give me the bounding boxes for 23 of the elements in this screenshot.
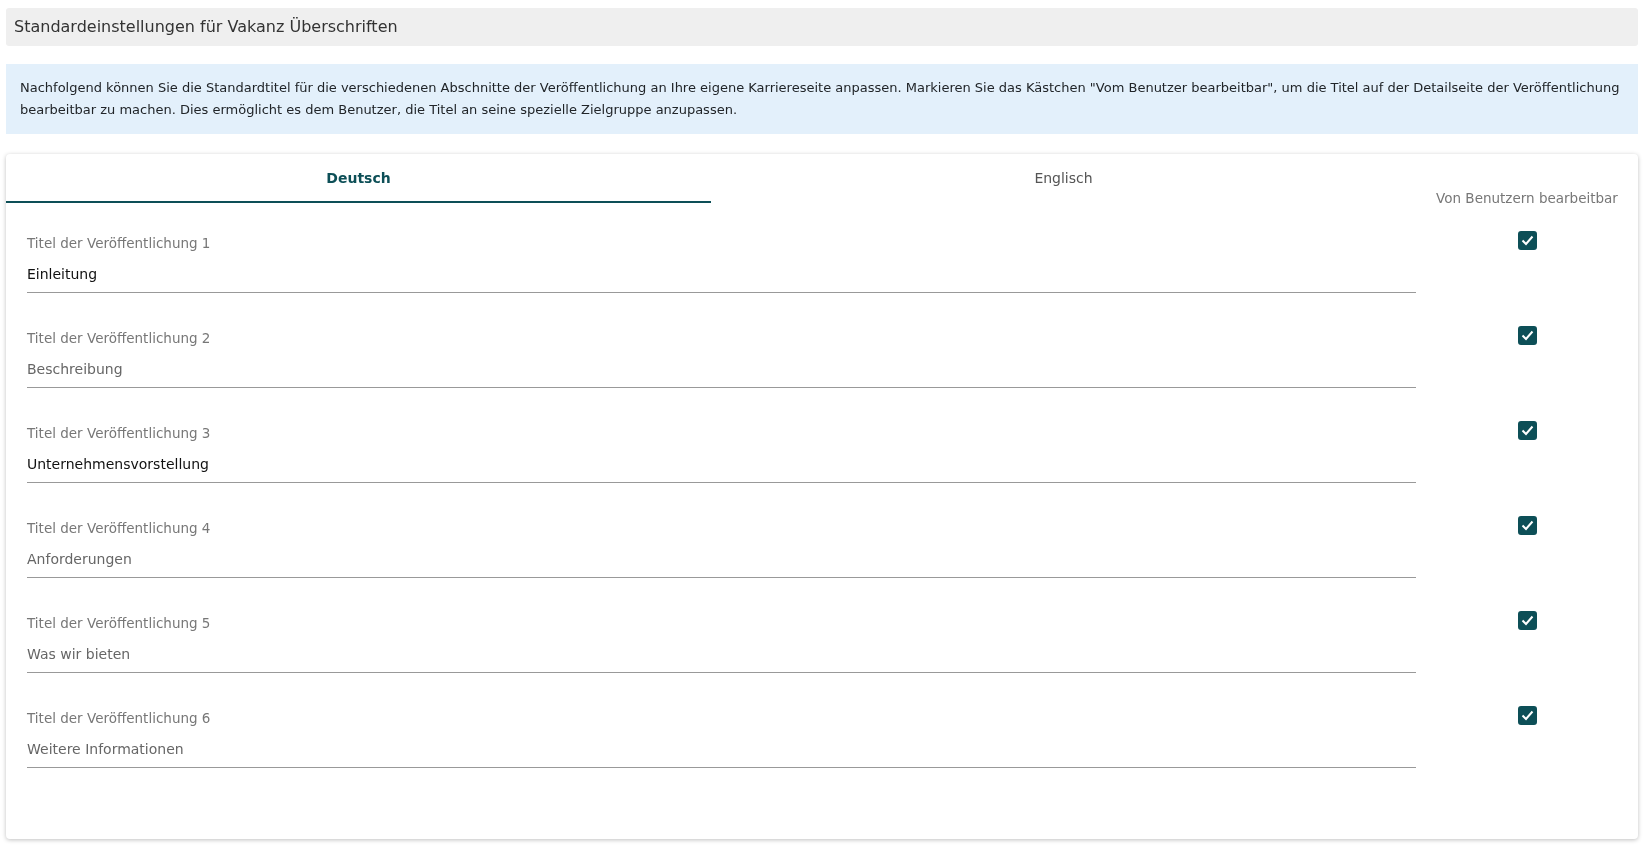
column-heading: Von Benutzern bearbeitbar [1436, 190, 1618, 206]
field-label: Titel der Veröffentlichung 4 [27, 520, 211, 536]
input-field[interactable]: Was wir bieten [27, 633, 1416, 673]
input-field[interactable]: Beschreibung [27, 348, 1416, 388]
field-label: Titel der Veröffentlichung 2 [27, 330, 211, 346]
field-label: Titel der Veröffentlichung 6 [27, 710, 211, 726]
checkbox[interactable] [1517, 611, 1537, 630]
field-label: Titel der Veröffentlichung 1 [27, 235, 211, 251]
checkbox[interactable] [1517, 706, 1537, 725]
field-label: Titel der Veröffentlichung 5 [27, 615, 211, 631]
input-field[interactable]: Einleitung [27, 253, 1416, 293]
checkbox[interactable] [1517, 231, 1537, 250]
language-tab[interactable]: Englisch [711, 154, 1416, 203]
info-text: Nachfolgend können Sie die Standardtitel für die verschiedenen Abschnitte der Veröffentlichung an Ihre eigene Karriereseite anpassen. Markieren Sie das Kästchen "Vom Benutzer bearbeitbar", um die Titel auf der Detailseite der Veröffentlichung bearbeitbar zu machen. Dies ermöglicht es dem Benutzer, die Titel an seine spezielle Zielgruppe anzupassen. [6, 64, 1638, 134]
field-label: Titel der Veröffentlichung 3 [27, 425, 211, 441]
input-field[interactable]: Anforderungen [27, 538, 1416, 578]
input-field[interactable]: Weitere Informationen [27, 728, 1416, 768]
checkbox[interactable] [1517, 516, 1537, 535]
page-header: Standardeinstellungen für Vakanz Überschriften [6, 8, 1638, 46]
checkbox[interactable] [1517, 326, 1537, 345]
checkbox[interactable] [1517, 421, 1537, 440]
input-field[interactable]: Unternehmensvorstellung [27, 443, 1416, 483]
language-tab[interactable]: Deutsch [6, 154, 711, 203]
